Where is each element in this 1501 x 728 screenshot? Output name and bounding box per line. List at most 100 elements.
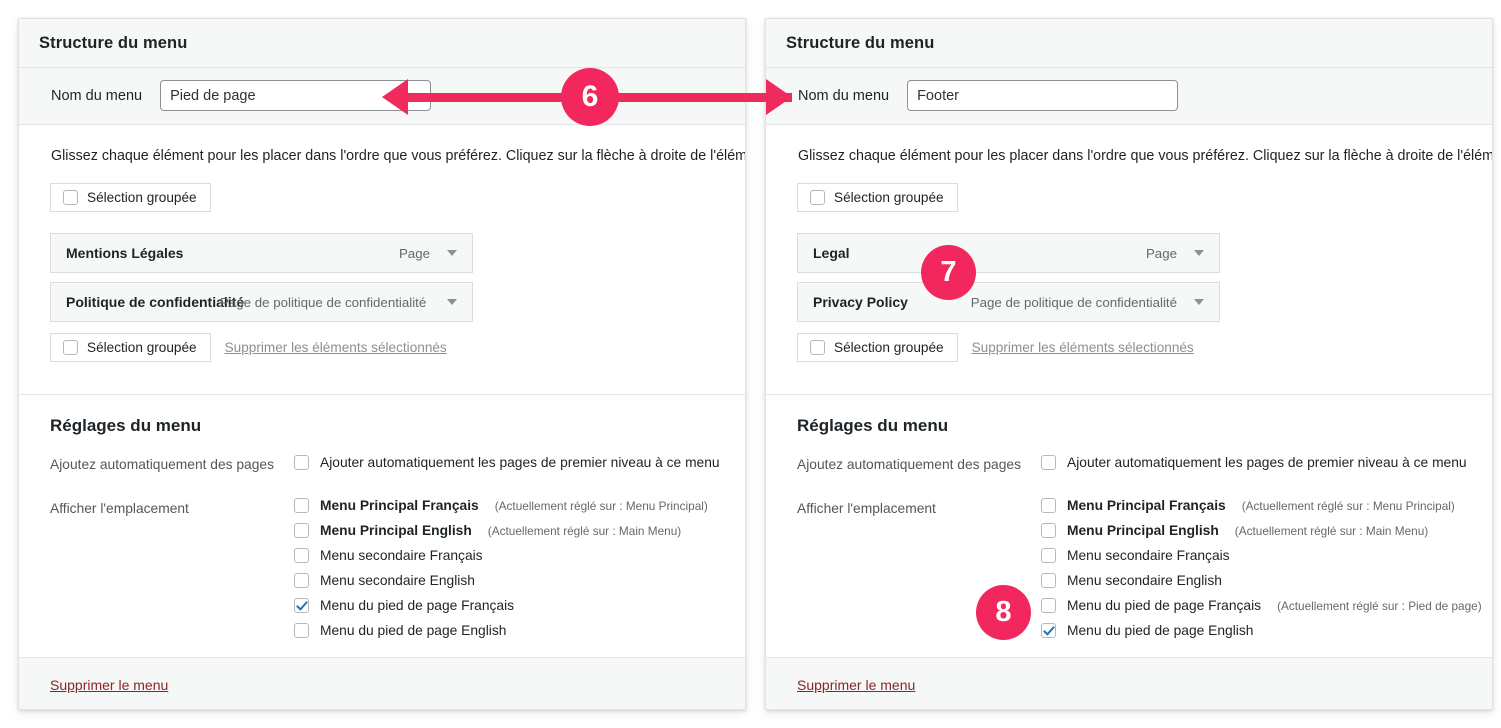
menu-settings-title: Réglages du menu: [50, 416, 202, 435]
location-label: Menu Principal English: [320, 522, 472, 538]
menu-settings-section: Réglages du menu Ajoutez automatiquement…: [19, 394, 745, 648]
menu-name-label: Nom du menu: [798, 87, 890, 104]
menu-structure-panel-english: Structure du menu Nom du menu Glissez ch…: [765, 18, 1493, 710]
panel-header: Structure du menu: [766, 19, 1492, 68]
bulk-select-top[interactable]: Sélection groupée: [50, 183, 211, 212]
auto-add-pages-checkbox[interactable]: [1041, 455, 1056, 470]
auto-add-pages-label: Ajoutez automatiquement des pages: [50, 457, 274, 472]
location-checkbox[interactable]: [1041, 597, 1056, 613]
menu-name-label: Nom du menu: [51, 87, 143, 104]
display-location-options: Menu Principal Français (Actuellement ré…: [294, 497, 745, 648]
location-option[interactable]: Menu Principal Français (Actuellement ré…: [294, 497, 745, 514]
display-location-row: Afficher l'emplacement Menu Principal Fr…: [50, 497, 745, 648]
location-label: Menu du pied de page Français: [1067, 597, 1262, 613]
chevron-down-icon[interactable]: [1194, 299, 1204, 305]
location-label: Menu du pied de page English: [1067, 622, 1254, 638]
page-title: Structure du menu: [786, 33, 935, 52]
panel-content: Structure du menu Nom du menu Glissez ch…: [19, 19, 745, 709]
location-option[interactable]: Menu secondaire English: [294, 572, 745, 589]
location-option[interactable]: Menu Principal English (Actuellement rég…: [1041, 522, 1492, 539]
location-hint: (Actuellement réglé sur : Menu Principal…: [1241, 498, 1455, 513]
location-label: Menu Principal Français: [320, 497, 479, 513]
bulk-select-top[interactable]: Sélection groupée: [797, 183, 958, 212]
menu-item-title: Mentions Légales: [66, 245, 184, 261]
auto-add-pages-option-label: Ajouter automatiquement les pages de pre…: [1067, 455, 1467, 470]
location-checkbox[interactable]: [294, 572, 309, 588]
bulk-select-checkbox-top[interactable]: [63, 190, 78, 205]
location-label: Menu du pied de page English: [320, 622, 507, 638]
bulk-select-label-top: Sélection groupée: [834, 190, 944, 205]
location-hint: (Actuellement réglé sur : Pied de page): [1277, 598, 1482, 613]
location-option[interactable]: Menu Principal English (Actuellement rég…: [294, 522, 745, 539]
chevron-down-icon[interactable]: [447, 250, 457, 256]
page-title: Structure du menu: [39, 33, 188, 52]
location-option[interactable]: Menu du pied de page Français (Actuellem…: [1041, 597, 1492, 614]
location-hint: (Actuellement réglé sur : Main Menu): [487, 523, 682, 538]
menu-structure-panel-french: Structure du menu Nom du menu Glissez ch…: [18, 18, 746, 710]
auto-add-pages-row: Ajoutez automatiquement des pages Ajoute…: [797, 455, 1492, 480]
location-option[interactable]: Menu secondaire Français: [1041, 547, 1492, 564]
location-option[interactable]: Menu du pied de page English: [1041, 622, 1492, 639]
location-label: Menu secondaire English: [320, 572, 475, 588]
menu-item-row[interactable]: Privacy Policy Page de politique de conf…: [797, 282, 1220, 322]
location-checkbox[interactable]: [294, 547, 309, 563]
menu-item-row[interactable]: Politique de confidentialité Page de pol…: [50, 282, 473, 322]
menu-item-type: Page: [1145, 245, 1177, 261]
location-checkbox[interactable]: [1041, 572, 1056, 588]
location-label: Menu secondaire English: [1067, 572, 1222, 588]
menu-items-list: Legal Page Privacy Policy Page de politi…: [797, 233, 1220, 322]
auto-add-pages-option[interactable]: Ajouter automatiquement les pages de pre…: [294, 455, 745, 471]
auto-add-pages-row: Ajoutez automatiquement des pages Ajoute…: [50, 455, 745, 480]
location-checkbox[interactable]: [1041, 547, 1056, 563]
delete-selected-items-link[interactable]: Supprimer les éléments sélectionnés: [972, 340, 1194, 355]
auto-add-pages-options: Ajouter automatiquement les pages de pre…: [294, 455, 745, 480]
auto-add-pages-option[interactable]: Ajouter automatiquement les pages de pre…: [1041, 455, 1492, 471]
bulk-select-label-bottom: Sélection groupée: [87, 340, 197, 355]
location-option[interactable]: Menu du pied de page English: [294, 622, 745, 639]
bulk-select-checkbox-bottom[interactable]: [810, 340, 825, 355]
location-checkbox[interactable]: [294, 497, 309, 513]
bulk-select-label-bottom: Sélection groupée: [834, 340, 944, 355]
delete-selected-items-link[interactable]: Supprimer les éléments sélectionnés: [225, 340, 447, 355]
bulk-select-checkbox-bottom[interactable]: [63, 340, 78, 355]
location-option[interactable]: Menu secondaire Français: [294, 547, 745, 564]
panel-footer: Supprimer le menu: [766, 657, 1492, 709]
location-checkbox[interactable]: [294, 597, 309, 613]
menu-name-input[interactable]: [907, 80, 1179, 111]
auto-add-pages-option-label: Ajouter automatiquement les pages de pre…: [320, 455, 720, 470]
location-option[interactable]: Menu du pied de page Français: [294, 597, 745, 614]
location-checkbox[interactable]: [294, 622, 309, 638]
drag-instruction-text: Glissez chaque élément pour les placer d…: [798, 148, 1493, 164]
location-checkbox[interactable]: [294, 522, 309, 538]
display-location-label: Afficher l'emplacement: [50, 500, 189, 516]
auto-add-pages-checkbox[interactable]: [294, 455, 309, 470]
screenshot-stage: Structure du menu Nom du menu Glissez ch…: [0, 0, 1501, 728]
bulk-select-bottom-row: Sélection groupée Supprimer les éléments…: [50, 333, 745, 362]
auto-add-pages-options: Ajouter automatiquement les pages de pre…: [1041, 455, 1492, 480]
location-checkbox[interactable]: [1041, 622, 1056, 638]
location-label: Menu Principal Français: [1067, 497, 1226, 513]
location-option[interactable]: Menu Principal Français (Actuellement ré…: [1041, 497, 1492, 514]
menu-items-list: Mentions Légales Page Politique de confi…: [50, 233, 473, 322]
bulk-select-checkbox-top[interactable]: [810, 190, 825, 205]
chevron-down-icon[interactable]: [1194, 250, 1204, 256]
location-hint: (Actuellement réglé sur : Main Menu): [1234, 523, 1429, 538]
menu-settings-title: Réglages du menu: [797, 416, 949, 435]
location-label: Menu secondaire Français: [1067, 547, 1230, 563]
delete-menu-link[interactable]: Supprimer le menu: [797, 677, 915, 693]
menu-name-row: Nom du menu: [19, 68, 745, 125]
bulk-select-bottom-row: Sélection groupée Supprimer les éléments…: [797, 333, 1492, 362]
menu-item-row[interactable]: Mentions Légales Page: [50, 233, 473, 273]
menu-name-input[interactable]: [160, 80, 432, 111]
menu-item-row[interactable]: Legal Page: [797, 233, 1220, 273]
bulk-select-bottom[interactable]: Sélection groupée: [797, 333, 958, 362]
location-option[interactable]: Menu secondaire English: [1041, 572, 1492, 589]
menu-item-title: Legal: [813, 245, 850, 261]
display-location-label: Afficher l'emplacement: [797, 500, 936, 516]
location-checkbox[interactable]: [1041, 497, 1056, 513]
delete-menu-link[interactable]: Supprimer le menu: [50, 677, 168, 693]
chevron-down-icon[interactable]: [447, 299, 457, 305]
bulk-select-bottom[interactable]: Sélection groupée: [50, 333, 211, 362]
location-checkbox[interactable]: [1041, 522, 1056, 538]
display-location-options: Menu Principal Français (Actuellement ré…: [1041, 497, 1492, 648]
